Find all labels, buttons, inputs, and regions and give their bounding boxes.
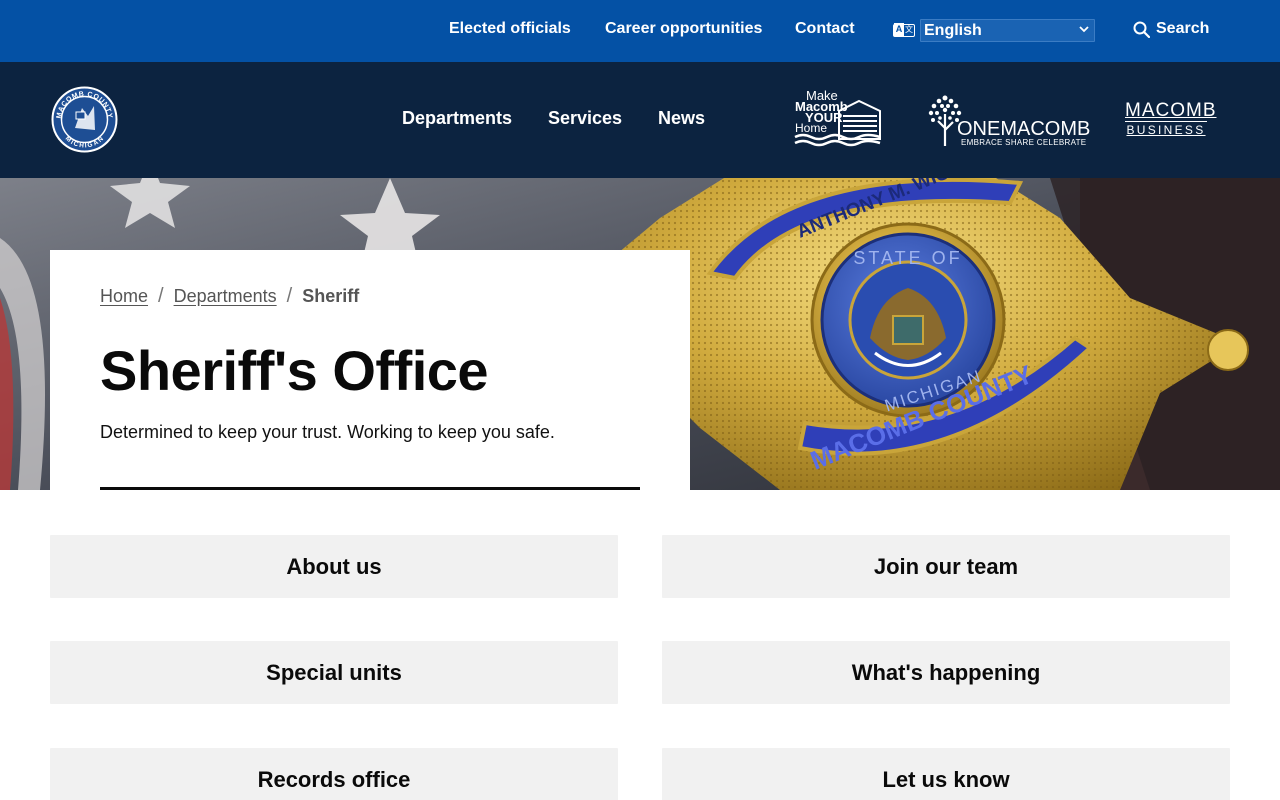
tile-whats-happening[interactable]: What's happening [662,641,1230,704]
county-seal-logo[interactable]: MACOMB COUNTY MICHIGAN [51,86,118,153]
main-nav: MACOMB COUNTY MICHIGAN Departments Servi… [0,62,1280,178]
tile-records-office[interactable]: Records office [50,748,618,800]
search-icon [1133,21,1150,38]
breadcrumb-separator: / [158,285,164,307]
tile-special-units[interactable]: Special units [50,641,618,704]
macomb-business-line1: MACOMB [1125,100,1217,121]
career-opportunities-link[interactable]: Career opportunities [605,20,762,38]
search-label: Search [1156,20,1210,37]
language-select[interactable]: English [920,19,1095,42]
contact-link[interactable]: Contact [795,20,855,38]
hero-card: Home / Departments / Sheriff Sheriff's O… [50,250,690,490]
tile-join-our-team[interactable]: Join our team [662,535,1230,598]
onemacomb-logo[interactable]: ONEMACOMB EMBRACE SHARE CELEBRATE [928,94,1090,148]
make-macomb-line4: Home [795,121,828,135]
tile-about-us[interactable]: About us [50,535,618,598]
onemacomb-title: ONEMACOMB [957,118,1091,140]
utility-bar: Elected officials Career opportunities C… [0,0,1280,62]
breadcrumb: Home / Departments / Sheriff [100,285,359,308]
page-title: Sheriff's Office [100,339,489,402]
make-macomb-your-home-logo[interactable]: Make Macomb YOUR Home [793,89,883,151]
nav-departments[interactable]: Departments [402,108,512,129]
breadcrumb-current: Sheriff [302,286,360,306]
tile-let-us-know[interactable]: Let us know [662,748,1230,800]
breadcrumb-home[interactable]: Home [100,286,148,307]
divider [100,487,640,490]
breadcrumb-departments[interactable]: Departments [174,286,277,307]
translate-icon [893,23,915,37]
search-button[interactable]: Search [1133,20,1209,38]
breadcrumb-separator: / [286,285,293,307]
onemacomb-tagline: EMBRACE SHARE CELEBRATE [961,138,1087,147]
macomb-business-line2: BUSINESS [1125,121,1207,137]
nav-services[interactable]: Services [548,108,622,129]
elected-officials-link[interactable]: Elected officials [449,20,571,38]
hero-banner: ANTHONY M. WICKERSHAW STATE OF MICHIGAN … [0,178,1280,490]
nav-news[interactable]: News [658,108,705,129]
page-tagline: Determined to keep your trust. Working t… [100,422,555,442]
badge-state-text: STATE OF [853,248,962,268]
macomb-business-logo[interactable]: MACOMB BUSINESS [1125,100,1217,137]
